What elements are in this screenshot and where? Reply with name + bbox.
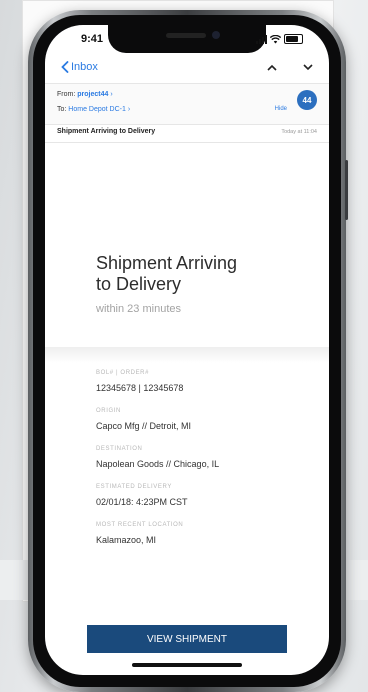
phone-bezel: 9:41 Inbox From: project44 › To: Home De… <box>33 15 341 687</box>
field-label: BOL# | ORDER# <box>96 370 150 376</box>
field-label: DESTINATION <box>96 446 143 452</box>
hero-title-line1: Shipment Arriving <box>96 253 238 273</box>
section-divider <box>45 347 329 363</box>
to-chevron-icon: › <box>127 106 131 113</box>
field-value: 12345678 | 12345678 <box>96 383 184 393</box>
mail-navbar: Inbox <box>45 55 329 79</box>
hide-button[interactable]: Hide <box>275 106 287 112</box>
to-recipient[interactable]: Home Depot DC-1 <box>68 106 126 113</box>
mail-header: From: project44 › To: Home Depot DC-1 › … <box>45 83 329 125</box>
chevron-down-icon[interactable] <box>303 63 313 71</box>
field-label: MOST RECENT LOCATION <box>96 522 184 528</box>
email-hero: Shipment Arriving to Delivery within 23 … <box>96 253 309 315</box>
chevron-up-icon[interactable] <box>267 64 277 71</box>
detail-field: MOST RECENT LOCATION Kalamazoo, MI <box>96 522 309 545</box>
view-shipment-button[interactable]: VIEW SHIPMENT <box>87 625 287 653</box>
status-time: 9:41 <box>81 33 104 45</box>
field-value: 02/01/18: 4:23PM CST <box>96 497 188 507</box>
detail-field: DESTINATION Napolean Goods // Chicago, I… <box>96 446 309 469</box>
detail-field: ORIGIN Capco Mfg // Detroit, MI <box>96 408 309 431</box>
phone-screen: 9:41 Inbox From: project44 › To: Home De… <box>45 25 329 675</box>
home-indicator[interactable] <box>132 663 242 667</box>
message-nav <box>267 63 313 71</box>
back-button[interactable]: Inbox <box>61 61 98 73</box>
from-line: From: project44 › <box>57 91 113 98</box>
field-value: Kalamazoo, MI <box>96 535 157 545</box>
hero-title-line2: to Delivery <box>96 274 182 294</box>
from-sender[interactable]: project44 <box>77 91 108 98</box>
to-line: To: Home Depot DC-1 › <box>57 106 130 113</box>
from-label: From: <box>57 91 76 98</box>
subject-time: Today at 11:04 <box>281 129 317 135</box>
avatar: 44 <box>297 90 317 110</box>
signal-icon <box>256 34 267 44</box>
field-value: Capco Mfg // Detroit, MI <box>96 421 192 431</box>
field-label: ESTIMATED DELIVERY <box>96 484 172 490</box>
chevron-left-icon <box>61 61 69 73</box>
side-button <box>345 160 348 220</box>
detail-field: ESTIMATED DELIVERY 02/01/18: 4:23PM CST <box>96 484 309 507</box>
subject-row: Shipment Arriving to Delivery Today at 1… <box>45 124 329 143</box>
status-bar: 9:41 <box>71 33 303 49</box>
detail-field: BOL# | ORDER# 12345678 | 12345678 <box>96 370 309 393</box>
wifi-icon <box>270 34 281 43</box>
battery-icon <box>284 34 303 44</box>
shipment-details: BOL# | ORDER# 12345678 | 12345678 ORIGIN… <box>96 370 309 560</box>
field-value: Napolean Goods // Chicago, IL <box>96 459 220 469</box>
to-label: To: <box>57 106 67 113</box>
status-icons <box>256 34 303 44</box>
from-chevron-icon: › <box>110 91 113 98</box>
phone-frame: 9:41 Inbox From: project44 › To: Home De… <box>28 10 348 692</box>
back-label: Inbox <box>71 61 98 73</box>
hero-subtitle: within 23 minutes <box>96 303 181 315</box>
subject-title: Shipment Arriving to Delivery <box>57 128 156 135</box>
field-label: ORIGIN <box>96 408 121 414</box>
